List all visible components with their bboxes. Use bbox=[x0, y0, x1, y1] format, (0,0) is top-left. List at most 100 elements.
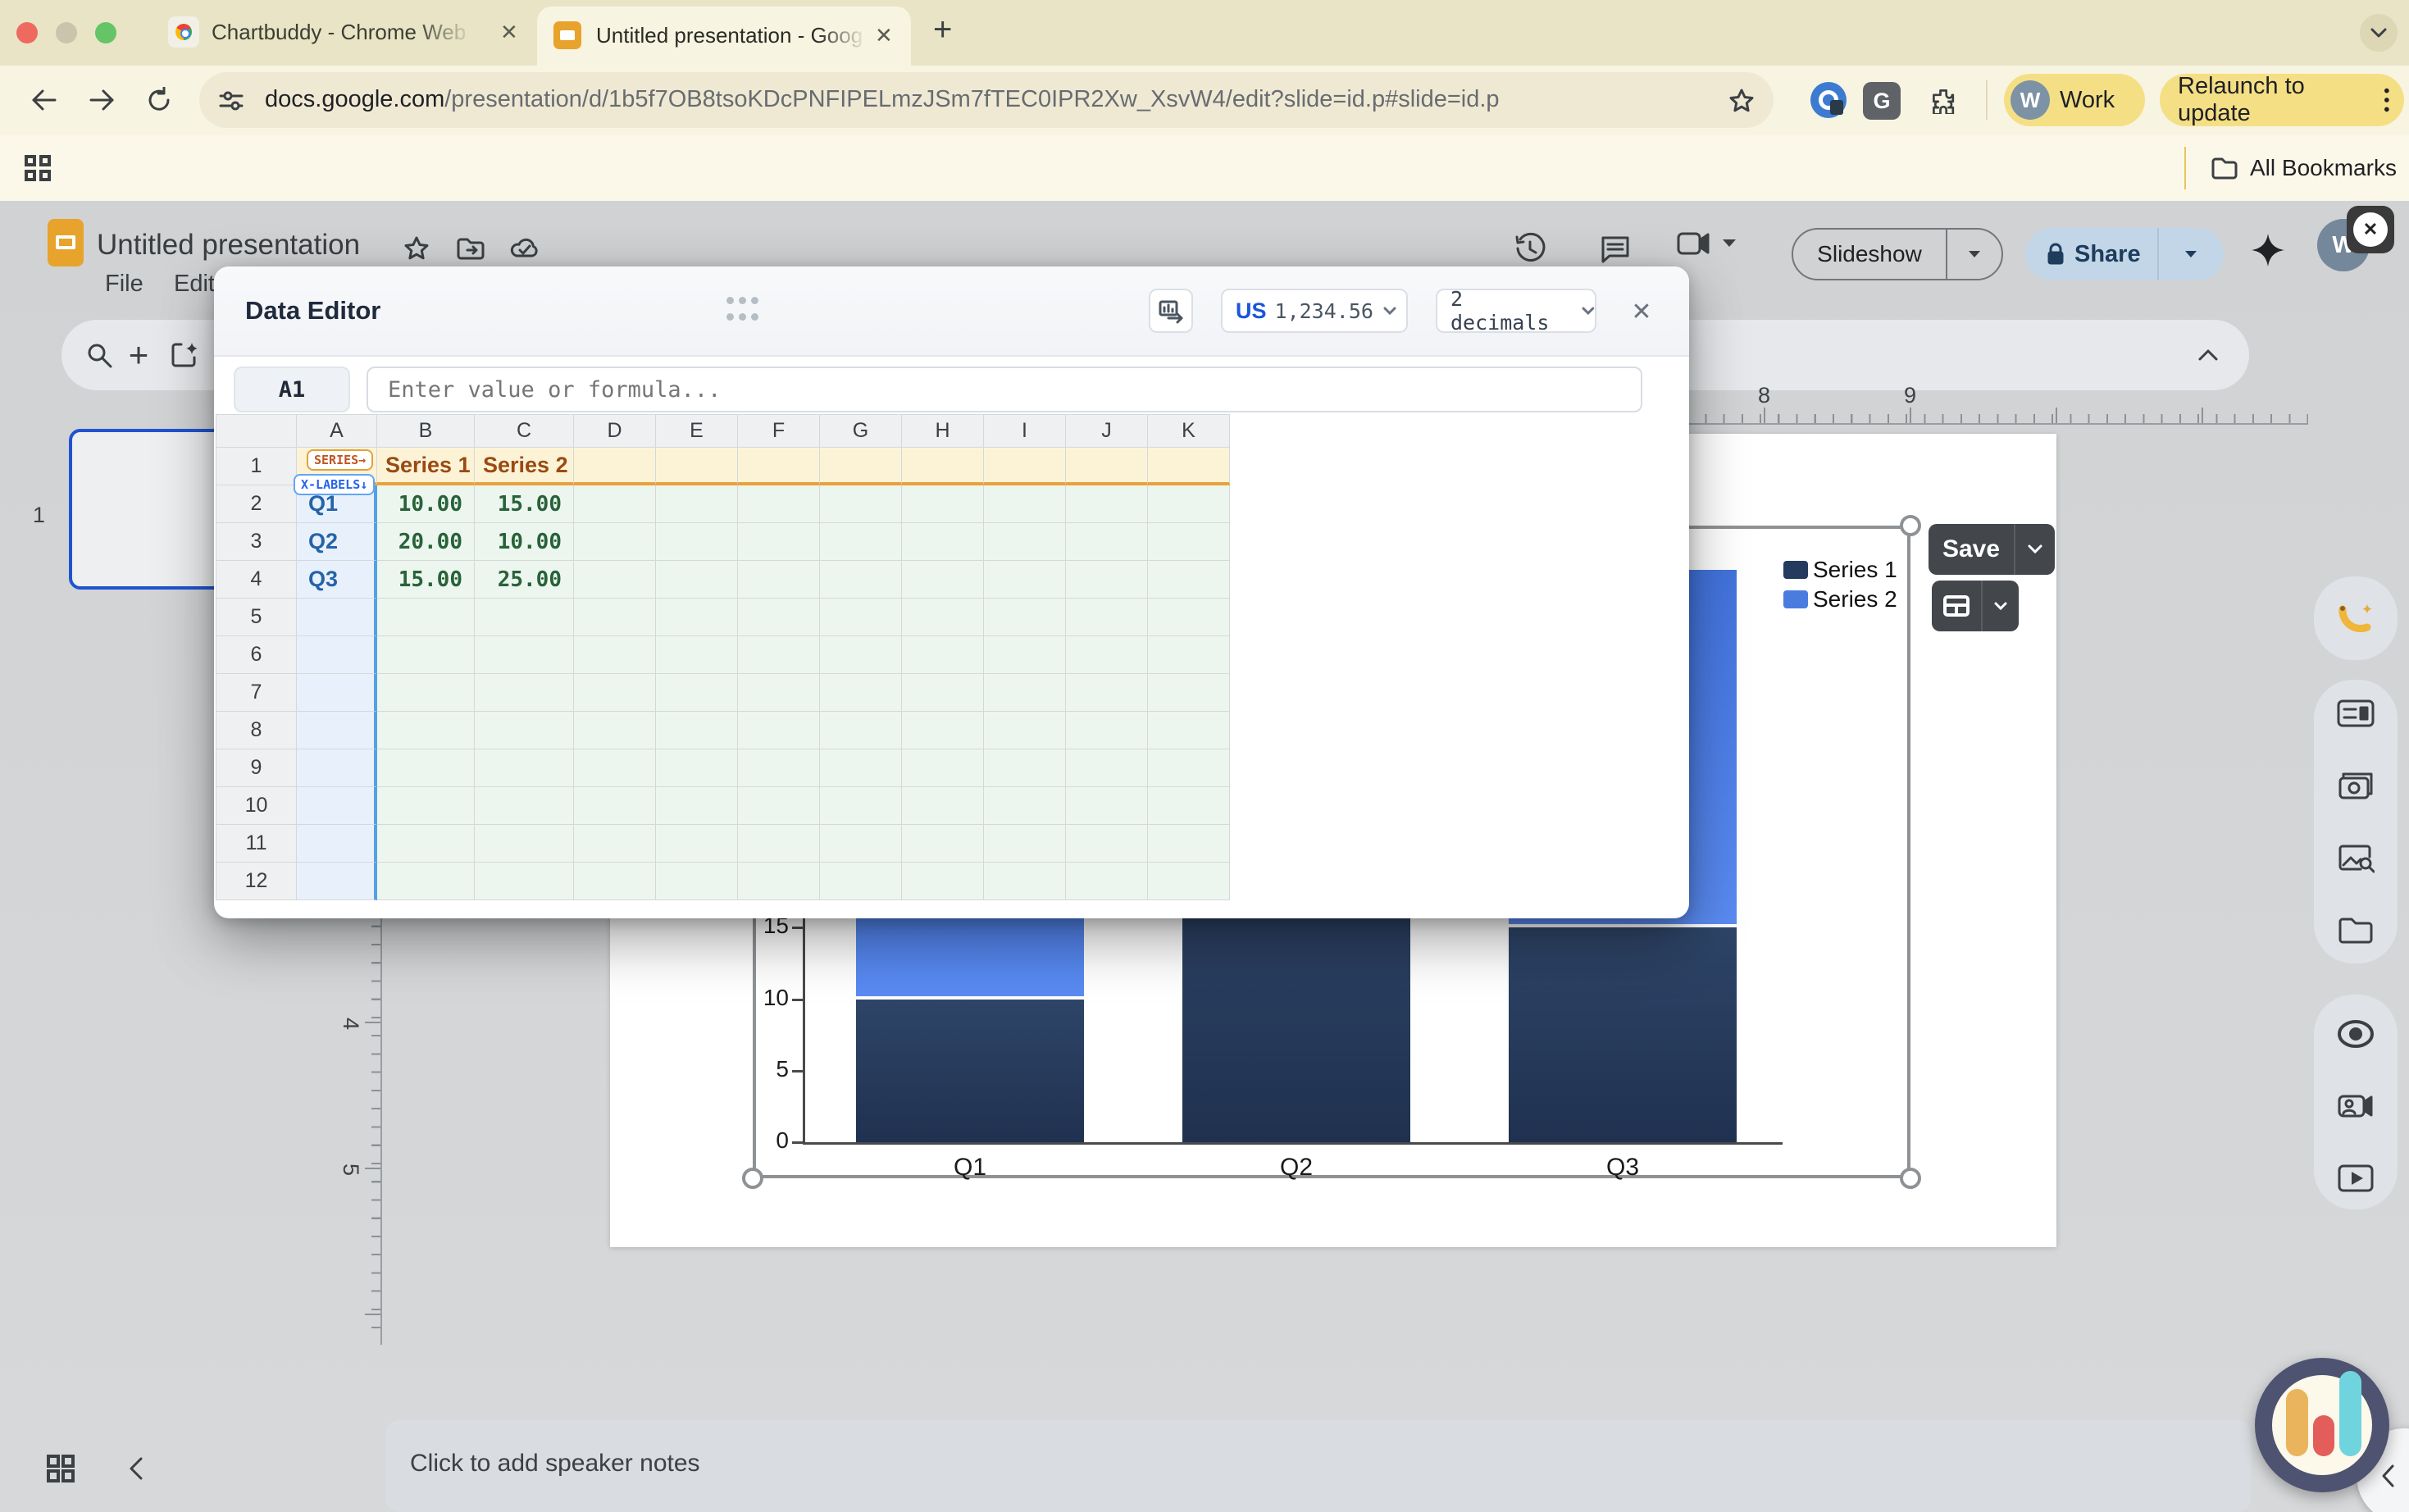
grid-view-icon[interactable] bbox=[38, 1446, 84, 1492]
cell-F8[interactable] bbox=[738, 712, 820, 749]
cell-K10[interactable] bbox=[1148, 787, 1230, 825]
cell-F2[interactable] bbox=[738, 485, 820, 523]
slides-file-icon[interactable] bbox=[48, 219, 84, 266]
col-header-G[interactable]: G bbox=[820, 415, 902, 448]
cell-K9[interactable] bbox=[1148, 749, 1230, 787]
cell-D12[interactable] bbox=[574, 863, 656, 900]
cell-H4[interactable] bbox=[902, 561, 984, 599]
cell-H10[interactable] bbox=[902, 787, 984, 825]
cell-G4[interactable] bbox=[820, 561, 902, 599]
window-zoom-button[interactable] bbox=[95, 22, 116, 43]
cell-D9[interactable] bbox=[574, 749, 656, 787]
row-header-10[interactable]: 10 bbox=[216, 787, 297, 825]
cell-F1[interactable] bbox=[738, 448, 820, 485]
relaunch-to-update-button[interactable]: Relaunch to update bbox=[2160, 74, 2404, 126]
cell-J4[interactable] bbox=[1066, 561, 1148, 599]
omnibox[interactable]: docs.google.com/presentation/d/1b5f7OB8t… bbox=[199, 72, 1774, 128]
cell-J5[interactable] bbox=[1066, 599, 1148, 636]
cell-B1[interactable]: Series 1 bbox=[377, 448, 475, 485]
cell-E6[interactable] bbox=[656, 636, 738, 674]
cell-K4[interactable] bbox=[1148, 561, 1230, 599]
cell-K6[interactable] bbox=[1148, 636, 1230, 674]
col-header-I[interactable]: I bbox=[984, 415, 1066, 448]
record-icon[interactable] bbox=[2331, 1009, 2380, 1059]
cell-J1[interactable] bbox=[1066, 448, 1148, 485]
cell-D2[interactable] bbox=[574, 485, 656, 523]
cell-I6[interactable] bbox=[984, 636, 1066, 674]
cell-E9[interactable] bbox=[656, 749, 738, 787]
cell-G12[interactable] bbox=[820, 863, 902, 900]
cell-I7[interactable] bbox=[984, 674, 1066, 712]
decimals-dropdown[interactable]: 2 decimals bbox=[1436, 289, 1596, 333]
cell-A11[interactable] bbox=[297, 825, 377, 863]
dialog-close-button[interactable]: ✕ bbox=[1621, 291, 1662, 332]
cell-F7[interactable] bbox=[738, 674, 820, 712]
cell-G9[interactable] bbox=[820, 749, 902, 787]
menu-file[interactable]: File bbox=[105, 271, 143, 298]
selection-handle-top-right[interactable] bbox=[1900, 515, 1921, 536]
cell-G10[interactable] bbox=[820, 787, 902, 825]
tab-close-icon[interactable]: ✕ bbox=[875, 23, 893, 48]
cell-J6[interactable] bbox=[1066, 636, 1148, 674]
col-header-B[interactable]: B bbox=[377, 415, 475, 448]
cell-B2[interactable]: 10.00 bbox=[377, 485, 475, 523]
col-header-H[interactable]: H bbox=[902, 415, 984, 448]
cell-F5[interactable] bbox=[738, 599, 820, 636]
cell-B3[interactable]: 20.00 bbox=[377, 523, 475, 561]
article-view-icon[interactable] bbox=[2331, 689, 2380, 738]
cell-H9[interactable] bbox=[902, 749, 984, 787]
chart-table-button[interactable] bbox=[1932, 581, 2019, 631]
window-minimize-button[interactable] bbox=[56, 22, 77, 43]
collapse-filmstrip-chevron[interactable] bbox=[113, 1446, 159, 1492]
selection-handle-bottom-left[interactable] bbox=[742, 1168, 763, 1189]
cell-K7[interactable] bbox=[1148, 674, 1230, 712]
cell-B5[interactable] bbox=[377, 599, 475, 636]
g-extension-icon[interactable]: G bbox=[1863, 82, 1901, 120]
cell-H1[interactable] bbox=[902, 448, 984, 485]
row-header-5[interactable]: 5 bbox=[216, 599, 297, 636]
cell-F12[interactable] bbox=[738, 863, 820, 900]
frame-sparkle-icon[interactable] bbox=[162, 332, 207, 378]
cell-K12[interactable] bbox=[1148, 863, 1230, 900]
insert-to-slide-button[interactable] bbox=[1149, 289, 1193, 333]
cell-I10[interactable] bbox=[984, 787, 1066, 825]
cell-G11[interactable] bbox=[820, 825, 902, 863]
url-text[interactable]: docs.google.com/presentation/d/1b5f7OB8t… bbox=[265, 86, 1500, 113]
row-header-1[interactable]: 1 bbox=[216, 448, 297, 485]
cell-A1[interactable]: SERIES→X-LABELS↓ bbox=[297, 448, 377, 485]
cell-G3[interactable] bbox=[820, 523, 902, 561]
cell-H7[interactable] bbox=[902, 674, 984, 712]
profile-chip[interactable]: W Work bbox=[2004, 74, 2145, 126]
cell-G5[interactable] bbox=[820, 599, 902, 636]
cell-B12[interactable] bbox=[377, 863, 475, 900]
extensions-puzzle-icon[interactable] bbox=[1920, 77, 1966, 123]
present-play-icon[interactable] bbox=[2331, 1154, 2380, 1203]
cell-D5[interactable] bbox=[574, 599, 656, 636]
cell-F6[interactable] bbox=[738, 636, 820, 674]
row-header-12[interactable]: 12 bbox=[216, 863, 297, 900]
cell-E7[interactable] bbox=[656, 674, 738, 712]
col-header-C[interactable]: C bbox=[475, 415, 574, 448]
share-options-chevron[interactable] bbox=[2159, 228, 2224, 280]
video-camera-icon[interactable] bbox=[2331, 1082, 2380, 1131]
cell-J12[interactable] bbox=[1066, 863, 1148, 900]
cell-C5[interactable] bbox=[475, 599, 574, 636]
cell-D6[interactable] bbox=[574, 636, 656, 674]
table-options-chevron[interactable] bbox=[1983, 581, 2019, 631]
row-header-6[interactable]: 6 bbox=[216, 636, 297, 674]
new-tab-button[interactable]: + bbox=[933, 11, 952, 48]
col-header-J[interactable]: J bbox=[1066, 415, 1148, 448]
bookmark-star-icon[interactable] bbox=[1723, 82, 1760, 120]
recorder-overlay-badge[interactable]: ✕ bbox=[2347, 206, 2394, 253]
cell-C2[interactable]: 15.00 bbox=[475, 485, 574, 523]
cell-D8[interactable] bbox=[574, 712, 656, 749]
gemini-sparkle-icon[interactable] bbox=[2245, 227, 2291, 273]
cell-A5[interactable] bbox=[297, 599, 377, 636]
cell-F10[interactable] bbox=[738, 787, 820, 825]
screenshot-camera-icon[interactable] bbox=[2331, 761, 2380, 810]
cell-H6[interactable] bbox=[902, 636, 984, 674]
speaker-notes-panel[interactable]: Click to add speaker notes bbox=[385, 1420, 2251, 1512]
cell-C7[interactable] bbox=[475, 674, 574, 712]
comments-icon[interactable] bbox=[1592, 225, 1638, 271]
row-header-2[interactable]: 2 bbox=[216, 485, 297, 523]
